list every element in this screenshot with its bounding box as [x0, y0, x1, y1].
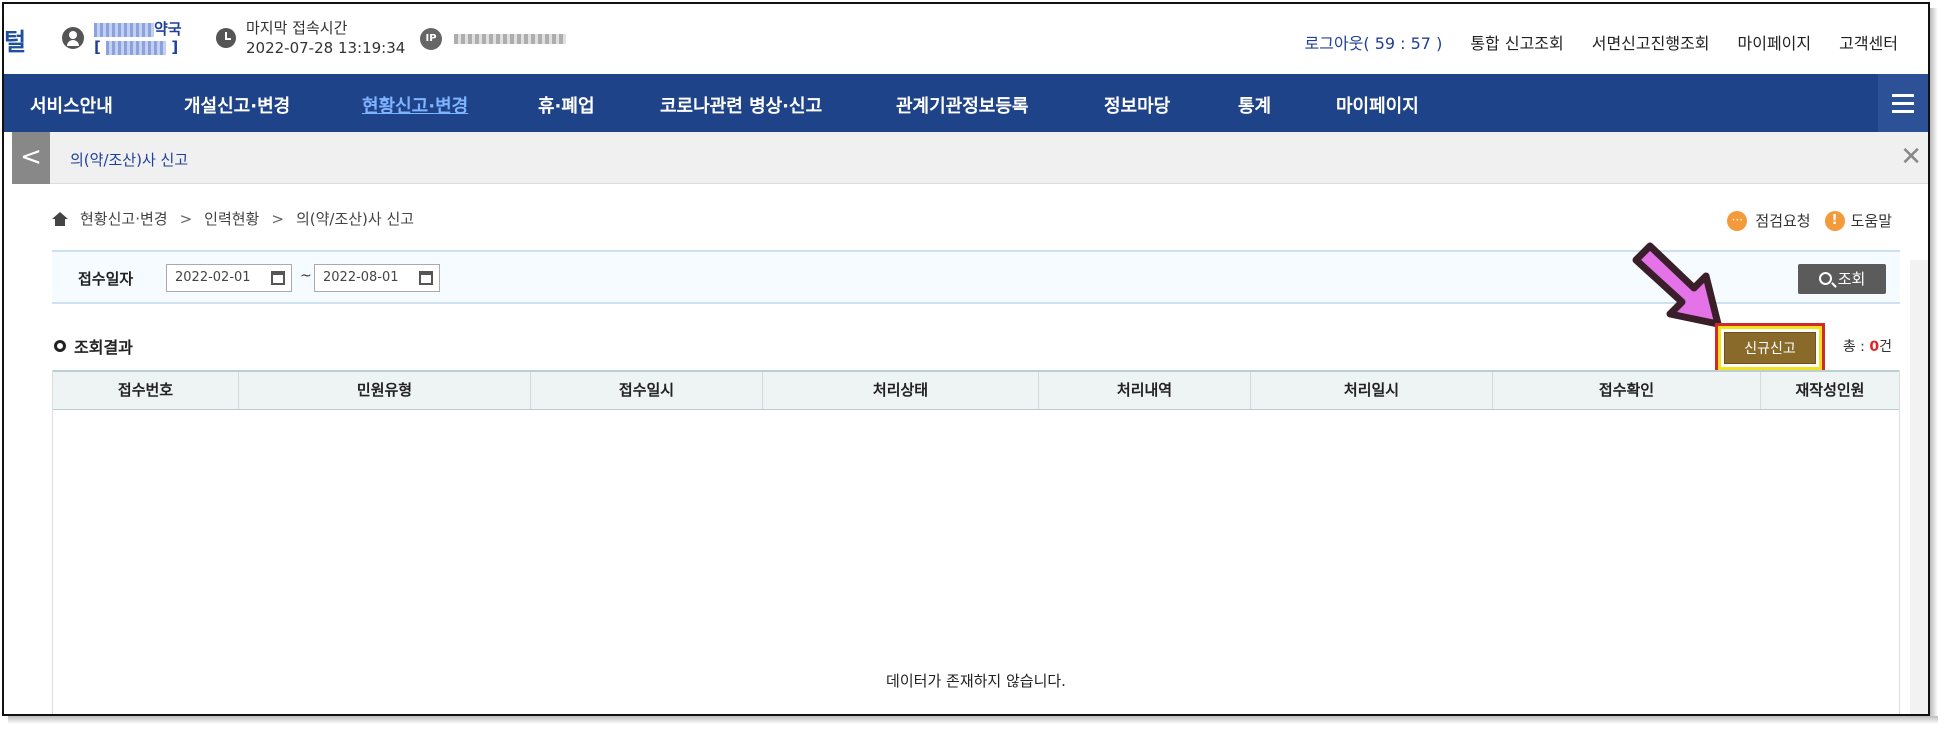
redacted-user-id: [106, 40, 167, 55]
nav-item-closure[interactable]: 휴·폐업: [538, 92, 595, 118]
mypage-link[interactable]: 마이페이지: [1738, 30, 1812, 54]
clock-icon: [216, 28, 236, 48]
user-info: 약국 [ ]: [62, 20, 182, 56]
home-icon[interactable]: [52, 211, 68, 226]
vertical-scrollbar[interactable]: [1910, 260, 1928, 714]
top-links: 로그아웃( 59 : 57 ) 통합 신고조회 서면신고진행조회 마이페이지 고…: [1305, 30, 1899, 54]
main-nav: 서비스안내 개설신고·변경 현황신고·변경 휴·폐업 코로나관련 병상·신고 관…: [4, 74, 1928, 132]
redacted-ip-address: [454, 34, 566, 44]
date-from-input[interactable]: 2022-02-01: [166, 264, 292, 292]
column-header[interactable]: 처리일시: [1251, 372, 1493, 409]
date-from-value: 2022-02-01: [175, 270, 251, 285]
info-icon: !: [1824, 210, 1845, 231]
results-title-text: 조회결과: [74, 338, 133, 357]
user-name: 약국: [154, 20, 182, 38]
breadcrumb: 현황신고·변경 > 인력현황 > 의(약/조산)사 신고: [52, 208, 414, 229]
search-icon: [1818, 272, 1832, 285]
help-link[interactable]: 도움말: [1851, 210, 1892, 231]
column-header[interactable]: 재작성인원: [1761, 372, 1899, 409]
nav-item-agency-info[interactable]: 관계기관정보등록: [896, 92, 1028, 118]
nav-item-service-info[interactable]: 서비스안내: [30, 92, 113, 118]
column-header[interactable]: 처리내역: [1039, 372, 1251, 409]
date-to-value: 2022-08-01: [323, 270, 399, 285]
date-to-input[interactable]: 2022-08-01: [314, 264, 440, 292]
user-bracket-open: [: [94, 38, 101, 56]
customer-center-link[interactable]: 고객센터: [1839, 30, 1898, 54]
back-arrow-icon[interactable]: <: [12, 132, 50, 184]
last-access-time: 2022-07-28 13:19:34: [246, 39, 406, 57]
top-bar: 털 약국 [ ] 마지막 접속시간 2022-07-28 13:19:34 IP…: [4, 4, 1928, 74]
total-prefix: 총 :: [1842, 339, 1865, 355]
user-icon: [62, 27, 84, 49]
speech-bubble-icon: ···: [1727, 210, 1748, 231]
pointer-arrow-icon: [1632, 242, 1722, 328]
nav-item-opening-report[interactable]: 개설신고·변경: [184, 92, 290, 118]
calendar-icon[interactable]: [419, 271, 433, 285]
last-access-label: 마지막 접속시간: [246, 19, 348, 37]
page-tab-title[interactable]: 의(약/조산)사 신고: [70, 149, 188, 170]
column-header[interactable]: 접수번호: [53, 372, 239, 409]
close-icon[interactable]: ✕: [1900, 142, 1922, 172]
column-header[interactable]: 접수확인: [1493, 372, 1761, 409]
new-report-button[interactable]: 신규신고: [1724, 332, 1816, 364]
frame-shadow-bottom: [8, 716, 1938, 724]
results-table: 접수번호 민원유형 접수일시 처리상태 처리내역 처리일시 접수확인 재작성인원…: [52, 370, 1900, 714]
nav-item-status-report[interactable]: 현황신고·변경: [362, 92, 468, 118]
calendar-icon[interactable]: [271, 271, 285, 285]
breadcrumb-item[interactable]: 인력현황: [204, 208, 259, 229]
bullet-circle-icon: [54, 340, 66, 352]
user-name-block: 약국 [ ]: [94, 20, 182, 56]
total-count: 총 : 0건: [1843, 336, 1892, 356]
nav-item-covid-report[interactable]: 코로나관련 병상·신고: [660, 92, 822, 118]
written-report-progress-link[interactable]: 서면신고진행조회: [1592, 30, 1710, 54]
cut-off-logo-char: 털: [4, 28, 27, 56]
hamburger-menu-icon[interactable]: [1878, 74, 1928, 132]
ip-icon: IP: [420, 28, 442, 50]
breadcrumb-item-current: 의(약/조산)사 신고: [295, 210, 415, 228]
window-frame: 털 약국 [ ] 마지막 접속시간 2022-07-28 13:19:34 IP…: [2, 2, 1930, 716]
nav-item-mypage[interactable]: 마이페이지: [1336, 92, 1419, 118]
date-range-separator: ~: [300, 268, 312, 284]
empty-table-message: 데이터가 존재하지 않습니다.: [886, 672, 1066, 690]
breadcrumb-separator: >: [271, 209, 284, 228]
integrated-report-search-link[interactable]: 통합 신고조회: [1470, 30, 1563, 54]
receipt-date-label: 접수일자: [78, 270, 134, 288]
logout-link[interactable]: 로그아웃( 59 : 57 ): [1305, 30, 1443, 54]
search-button-label: 조회: [1837, 270, 1866, 288]
nav-item-info-plaza[interactable]: 정보마당: [1104, 92, 1170, 118]
help-links: ··· 점검요청 ! 도움말: [1727, 210, 1892, 231]
column-header[interactable]: 민원유형: [239, 372, 531, 409]
breadcrumb-item[interactable]: 현황신고·변경: [80, 208, 168, 229]
column-header[interactable]: 처리상태: [763, 372, 1039, 409]
nav-item-statistics[interactable]: 통계: [1238, 92, 1271, 118]
total-count-value: 0: [1869, 339, 1880, 355]
breadcrumb-separator: >: [179, 209, 193, 228]
table-header: 접수번호 민원유형 접수일시 처리상태 처리내역 처리일시 접수확인 재작성인원: [53, 370, 1899, 410]
redacted-pharmacy-name: [94, 22, 154, 37]
user-bracket-close: ]: [171, 38, 179, 56]
frame-shadow-right: [1930, 8, 1938, 722]
search-button[interactable]: 조회: [1798, 264, 1886, 294]
inspect-request-link[interactable]: 점검요청: [1755, 210, 1810, 231]
column-header[interactable]: 접수일시: [531, 372, 763, 409]
search-panel: 접수일자 2022-02-01 ~ 2022-08-01 조회: [52, 250, 1900, 304]
results-title: 조회결과: [54, 334, 133, 358]
page-tab-bar: < 의(약/조산)사 신고 ✕: [12, 132, 1928, 184]
new-report-highlight: 신규신고: [1715, 323, 1825, 373]
last-access: 마지막 접속시간 2022-07-28 13:19:34: [246, 18, 405, 58]
total-suffix: 건: [1879, 339, 1892, 355]
